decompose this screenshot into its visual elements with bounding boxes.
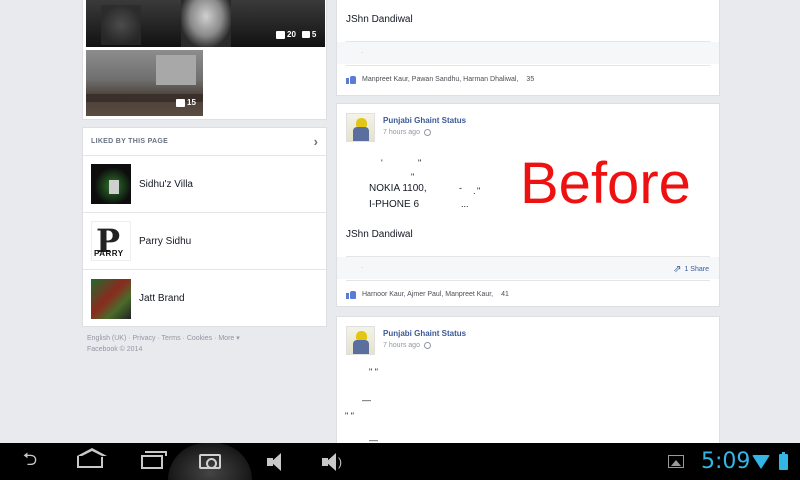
post-timestamp[interactable]: 7 hours ago (383, 342, 431, 349)
likes-count[interactable]: 35 (526, 76, 534, 83)
chevron-right-icon[interactable]: › (314, 134, 318, 149)
gallery-icon[interactable] (668, 455, 684, 468)
like-icon (176, 98, 185, 107)
post-author-link[interactable]: Punjabi Ghaint Status (383, 329, 466, 338)
photo-likes-count: 20 (287, 30, 296, 39)
before-annotation: Before (520, 151, 691, 216)
volume-down-icon (267, 452, 281, 471)
photo-likes-count: 15 (187, 98, 196, 107)
camera-icon (199, 454, 221, 469)
liked-page-item[interactable]: P PARRY Parry Sidhu (83, 213, 326, 270)
likes-count[interactable]: 41 (501, 291, 509, 298)
liked-by-page-header[interactable]: LIKED BY THIS PAGE › (83, 128, 326, 156)
feed-post: JShn Dandiwal · Manpreet Kaur, Pawan San… (336, 0, 720, 96)
photo-stats: 20 5 (276, 30, 316, 39)
photos-card: 20 5 15 (82, 0, 327, 120)
page-thumbnail (91, 278, 131, 319)
like-icon (276, 30, 285, 39)
thumbnail-text: PARRY (94, 249, 124, 258)
post-text-line: NOKIA 1100, (369, 183, 427, 194)
footer-links[interactable]: English (UK) · Privacy · Terms · Cookies… (87, 333, 327, 355)
volume-up-button[interactable]: ) (312, 443, 352, 480)
post-actions-bar: · ⇗ 1 Share (337, 257, 719, 279)
volume-down-button[interactable] (250, 443, 290, 480)
battery-icon (779, 452, 788, 470)
post-timestamp[interactable]: 7 hours ago (383, 129, 431, 136)
footer-copyright: Facebook © 2014 (87, 346, 143, 353)
liked-page-item[interactable]: Jatt Brand (83, 270, 326, 327)
status-clock[interactable]: 5:09 (701, 449, 750, 474)
recent-apps-icon (141, 450, 167, 469)
wifi-icon (752, 455, 770, 469)
post-signature: JShn Dandiwal (346, 14, 413, 25)
globe-icon (423, 129, 431, 136)
liked-by-page-title: LIKED BY THIS PAGE (91, 138, 169, 145)
screenshot-button[interactable] (168, 443, 252, 480)
volume-up-icon (322, 452, 336, 471)
share-count-link[interactable]: ⇗ 1 Share (673, 264, 709, 275)
liked-page-name[interactable]: Parry Sidhu (139, 236, 191, 247)
globe-icon (423, 342, 431, 349)
post-text-line: I-PHONE 6 (369, 199, 420, 210)
liked-by-names[interactable]: Manpreet Kaur, Pawan Sandhu, Harman Dhal… (362, 76, 518, 83)
post-signature: JShn Dandiwal (346, 229, 413, 240)
comment-icon (301, 31, 310, 38)
post-likes-row[interactable]: Harnoor Kaur, Ajmer Paul, Manpreet Kaur,… (346, 290, 509, 299)
page-thumbnail (91, 164, 131, 204)
footer-line-1[interactable]: English (UK) · Privacy · Terms · Cookies… (87, 333, 327, 344)
liked-by-names[interactable]: Harnoor Kaur, Ajmer Paul, Manpreet Kaur, (362, 291, 493, 298)
like-icon (346, 75, 356, 84)
like-icon (346, 290, 356, 299)
liked-page-item[interactable]: Sidhu'z Villa (83, 156, 326, 213)
recent-apps-button[interactable] (132, 443, 172, 480)
photo-thumbnail[interactable]: 20 5 (86, 0, 325, 47)
liked-page-name[interactable]: Jatt Brand (139, 293, 185, 304)
liked-by-page-card: LIKED BY THIS PAGE › Sidhu'z Villa P PAR… (82, 127, 327, 327)
back-button[interactable]: ⮌ (10, 443, 50, 480)
page-thumbnail: P PARRY (91, 221, 131, 261)
page-avatar[interactable] (346, 326, 375, 355)
home-button[interactable] (70, 443, 110, 480)
post-author-link[interactable]: Punjabi Ghaint Status (383, 116, 466, 125)
feed-post: Punjabi Ghaint Status 7 hours ago " " — … (336, 316, 720, 456)
post-likes-row[interactable]: Manpreet Kaur, Pawan Sandhu, Harman Dhal… (346, 75, 534, 84)
share-icon: ⇗ (673, 264, 682, 275)
page-avatar[interactable] (346, 113, 375, 142)
back-arrow-icon: ⮌ (22, 448, 38, 469)
photo-comments-count: 5 (311, 30, 317, 39)
photo-thumbnail[interactable]: 15 (86, 50, 203, 116)
post-actions-bar: · (337, 42, 719, 64)
liked-page-name[interactable]: Sidhu'z Villa (139, 179, 193, 190)
home-icon (77, 447, 107, 468)
photo-stats: 15 (176, 98, 196, 107)
